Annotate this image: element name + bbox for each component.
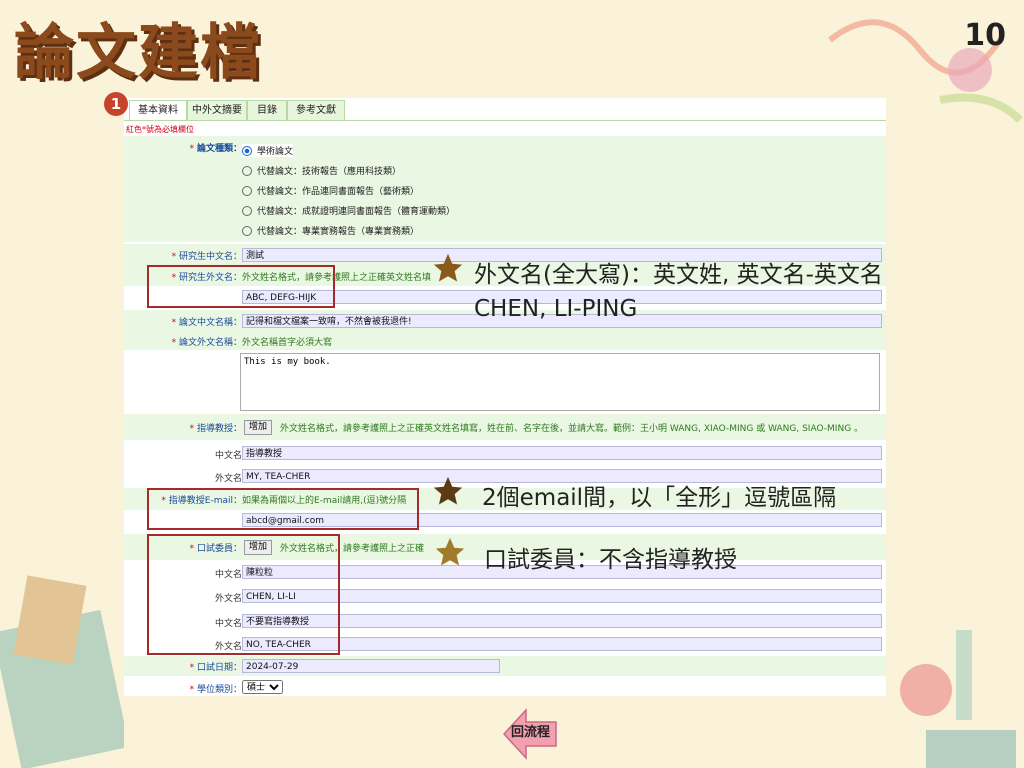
radio-selected-icon [242,145,252,156]
page-number: 10 [964,18,1006,53]
advisor-en-label: 外文名 [214,474,242,484]
callout-email: 2個email間，以「全形」逗號區隔 [482,485,837,511]
radio-icon [242,205,252,216]
tab-toc[interactable]: 目錄 [247,100,287,121]
highlight-email [147,488,419,530]
highlight-committee [147,534,340,655]
radio-icon [242,165,252,176]
decor-bottom-right [900,630,1016,768]
date-label: * 口試日期： [189,663,242,673]
star-icon [435,537,465,566]
required-note: 紅色*號為必填欄位 [126,125,194,134]
type-option-3[interactable]: 代替論文：作品連同書面報告（藝術類） [242,184,419,197]
type-option-2[interactable]: 代替論文：技術報告（應用科技類） [242,164,401,177]
tab-basic-info[interactable]: 基本資料 [129,100,187,121]
callout-committee: 口試委員：不含指導教授 [484,547,737,573]
radio-icon [242,185,252,196]
star-icon [433,253,463,282]
title-en-row: * 論文外文名稱： 外文名稱首字必須大寫 [124,332,886,350]
title-en-textarea[interactable]: This is my book. [240,353,880,411]
type-row: * 論文種類： 學術論文 代替論文：技術報告（應用科技類） 代替論文：作品連同書… [124,136,886,242]
highlight-student-en [147,265,335,308]
date-input[interactable]: 2024-07-29 [242,659,500,673]
advisor-hint: 外文姓名格式，請參考護照上之正確英文姓名填寫，姓在前、名字在後，並請大寫。範例：… [280,424,864,434]
decor-bottom-left [0,575,124,768]
advisor-cn-input[interactable]: 指導教授 [242,446,882,460]
type-label: * 論文種類： [189,144,242,154]
type-option-1[interactable]: 學術論文 [242,144,294,157]
type-option-5[interactable]: 代替論文：專業實務報告（專業實務類） [242,224,419,237]
degree-label: * 學位類別： [189,685,242,695]
type-option-4[interactable]: 代替論文：成就證明連同書面報告（體育運動類） [242,204,455,217]
tab-references[interactable]: 參考文獻 [287,100,345,121]
slide-title: 論文建檔 [14,18,262,88]
advisor-cn-label: 中文名 [214,451,242,461]
title-en-hint: 外文名稱首字必須大寫 [242,338,333,348]
add-advisor-button[interactable]: 增加 [244,420,273,435]
advisor-label: * 指導教授： [189,424,242,434]
callout-name-format: 外文名(全大寫)：英文姓, 英文名-英文名 [474,262,883,288]
tab-abstract[interactable]: 中外文摘要 [187,100,247,121]
title-cn-label: * 論文中文名稱： [171,318,242,328]
radio-icon [242,225,252,236]
advisor-row: * 指導教授： 增加 外文姓名格式，請參考護照上之正確英文姓名填寫，姓在前、名字… [124,414,886,440]
step-badge: 1 [104,92,128,116]
title-en-label: * 論文外文名稱： [171,338,242,348]
star-icon [433,476,463,505]
degree-select[interactable]: 碩士 [242,680,283,694]
date-row: * 口試日期： 2024-07-29 [124,656,886,676]
student-cn-label: * 研究生中文名： [171,252,242,262]
callout-name-example: CHEN, LI-PING [474,296,638,322]
back-to-flow-button[interactable]: 回流程 [511,721,550,740]
